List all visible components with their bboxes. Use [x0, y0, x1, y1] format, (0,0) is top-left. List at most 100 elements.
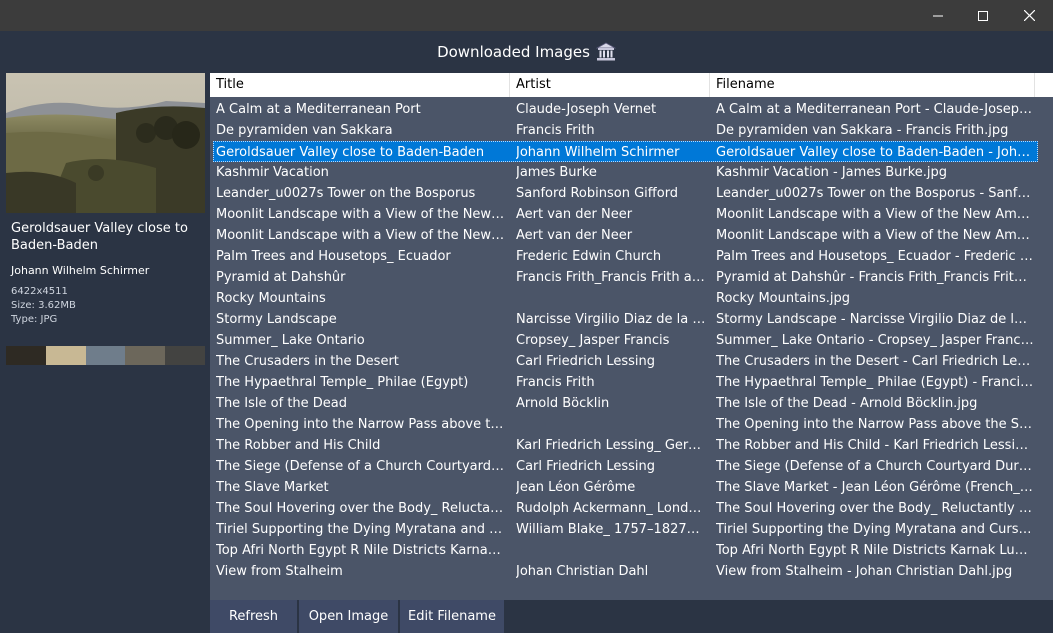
cell-artist: Carl Friedrich Lessing	[516, 354, 656, 369]
table-header: Title Artist Filename	[210, 73, 1053, 97]
table-row[interactable]: Moonlit Landscape with a View of the New…	[210, 225, 1053, 246]
image-dimensions: 6422x4511	[11, 286, 68, 297]
table-row[interactable]: View from Stalheim Johan Christian Dahl Vi…	[210, 561, 1053, 582]
cell-artist: Johan Christian Dahl	[516, 564, 649, 579]
table-row[interactable]: The Crusaders in the Desert Carl Friedric…	[210, 351, 1053, 372]
table-row[interactable]: The Hypaethral Temple_ Philae (Egypt) Fra…	[210, 372, 1053, 393]
minimize-icon	[933, 15, 943, 16]
maximize-icon	[978, 10, 988, 21]
cell-filename: The Isle of the Dead - Arnold Böcklin.jp…	[716, 396, 978, 411]
cell-filename: Stormy Landscape - Narcisse Virgilio Dia…	[716, 312, 1034, 327]
open-image-button[interactable]: Open Image	[299, 600, 398, 633]
cell-artist: Aert van der Neer	[516, 207, 633, 222]
cell-filename: De pyramiden van Sakkara - Francis Frith…	[716, 123, 1009, 138]
cell-title: The Robber and His Child	[216, 438, 381, 453]
cell-title: The Isle of the Dead	[216, 396, 348, 411]
cell-title: The Crusaders in the Desert	[216, 354, 399, 369]
image-artist: Johann Wilhelm Schirmer	[11, 264, 150, 277]
cell-artist	[516, 540, 706, 561]
cell-title: Stormy Landscape	[216, 312, 337, 327]
column-header-artist[interactable]: Artist	[510, 73, 710, 97]
window-titlebar[interactable]	[0, 0, 1053, 31]
table-row[interactable]: Tiriel Supporting the Dying Myratana and…	[210, 519, 1053, 540]
cell-title: Moonlit Landscape with a View of the New…	[216, 207, 506, 222]
cell-title: Leander_u0027s Tower on the Bosporus	[216, 186, 476, 201]
cell-artist: Rudolph Ackermann_ London…	[516, 501, 706, 516]
table-row[interactable]: Moonlit Landscape with a View of the New…	[210, 204, 1053, 225]
cell-filename: Palm Trees and Housetops_ Ecuador - Fred…	[716, 249, 1034, 264]
close-icon	[1023, 10, 1035, 21]
table-row[interactable]: The Siege (Defense of a Church Courtyard…	[210, 456, 1053, 477]
image-type: Type: JPG	[11, 314, 58, 325]
table-row[interactable]: Kashmir Vacation James Burke Kashmir Vacat…	[210, 162, 1053, 183]
cell-filename: View from Stalheim - Johan Christian Dah…	[716, 564, 1013, 579]
cell-filename: The Robber and His Child - Karl Friedric…	[716, 438, 1034, 453]
app-header: Downloaded Images	[0, 31, 1053, 73]
museum-icon	[595, 42, 616, 61]
table-row[interactable]: The Isle of the Dead Arnold Böcklin The Is…	[210, 393, 1053, 414]
cell-title: Summer_ Lake Ontario	[216, 333, 365, 348]
action-bar: Refresh Open Image Edit Filename	[210, 600, 1053, 633]
minimize-button[interactable]	[915, 0, 961, 31]
palette-swatch	[45, 346, 86, 365]
palette-swatch	[125, 346, 166, 365]
table-row[interactable]: Geroldsauer Valley close to Baden-Baden J…	[213, 141, 1038, 162]
image-table[interactable]: A Calm at a Mediterranean Port Claude-Jos…	[210, 97, 1053, 600]
cell-title: The Hypaethral Temple_ Philae (Egypt)	[216, 375, 469, 390]
cell-filename: Top Afri North Egypt R Nile Districts Ka…	[716, 543, 1034, 558]
cell-title: Palm Trees and Housetops_ Ecuador	[216, 249, 451, 264]
cell-artist: Sanford Robinson Gifford	[516, 186, 679, 201]
table-row[interactable]: Pyramid at Dahshûr Francis Frith_Francis …	[210, 267, 1053, 288]
edit-filename-button[interactable]: Edit Filename	[400, 600, 504, 633]
cell-filename: Tiriel Supporting the Dying Myratana and…	[716, 522, 1034, 537]
cell-filename: Pyramid at Dahshûr - Francis Frith_Franc…	[716, 270, 1034, 285]
table-row[interactable]: A Calm at a Mediterranean Port Claude-Jos…	[210, 99, 1053, 120]
cell-filename: A Calm at a Mediterranean Port - Claude-…	[716, 102, 1034, 117]
table-row[interactable]: The Robber and His Child Karl Friedrich L…	[210, 435, 1053, 456]
cell-artist: Aert van der Neer	[516, 228, 633, 243]
cell-title: The Slave Market	[216, 480, 329, 495]
cell-filename: Summer_ Lake Ontario - Cropsey_ Jasper F…	[716, 333, 1034, 348]
cell-artist: Francis Frith_Francis Frith an…	[516, 270, 706, 285]
details-panel: Geroldsauer Valley close to Baden-Baden …	[6, 73, 205, 365]
cell-title: Kashmir Vacation	[216, 165, 329, 180]
cell-title: A Calm at a Mediterranean Port	[216, 102, 421, 117]
table-row[interactable]: The Soul Hovering over the Body_ Relucta…	[210, 498, 1053, 519]
cell-filename: The Opening into the Narrow Pass above t…	[716, 417, 1034, 432]
table-row[interactable]: De pyramiden van Sakkara Francis Frith De …	[210, 120, 1053, 141]
cell-filename: Kashmir Vacation - James Burke.jpg	[716, 165, 948, 180]
cell-artist: Karl Friedrich Lessing_ Germa…	[516, 438, 706, 453]
maximize-button[interactable]	[960, 0, 1006, 31]
page-title: Downloaded Images	[437, 43, 590, 61]
cell-filename: Geroldsauer Valley close to Baden-Baden …	[716, 145, 1034, 160]
column-header-filename[interactable]: Filename	[710, 73, 1035, 97]
cell-filename: The Siege (Defense of a Church Courtyard…	[716, 459, 1034, 474]
cell-title: De pyramiden van Sakkara	[216, 123, 393, 138]
table-row[interactable]: Rocky Mountains Rocky Mountains.jpg	[210, 288, 1053, 309]
cell-artist: Johann Wilhelm Schirmer	[516, 145, 680, 160]
table-row[interactable]: Palm Trees and Housetops_ Ecuador Frederi…	[210, 246, 1053, 267]
image-title: Geroldsauer Valley close to Baden-Baden	[11, 221, 188, 253]
image-thumbnail	[6, 73, 205, 213]
cell-filename: The Hypaethral Temple_ Philae (Egypt) - …	[716, 375, 1034, 390]
cell-artist	[516, 288, 706, 309]
column-header-title[interactable]: Title	[210, 73, 510, 97]
cell-artist: Francis Frith	[516, 123, 595, 138]
table-row[interactable]: Top Afri North Egypt R Nile Districts Ka…	[210, 540, 1053, 561]
cell-artist: Claude-Joseph Vernet	[516, 102, 657, 117]
cell-filename: Leander_u0027s Tower on the Bosporus - S…	[716, 186, 1034, 201]
table-row[interactable]: Leander_u0027s Tower on the Bosporus Sanf…	[210, 183, 1053, 204]
table-row[interactable]: The Slave Market Jean Léon Gérôme The Slav…	[210, 477, 1053, 498]
cell-artist: Carl Friedrich Lessing	[516, 459, 656, 474]
cell-filename: The Crusaders in the Desert - Carl Fried…	[716, 354, 1034, 369]
close-button[interactable]	[1006, 0, 1052, 31]
cell-filename: The Slave Market - Jean Léon Gérôme (Fre…	[716, 480, 1034, 495]
image-meta: 6422x4511 Size: 3.62MB Type: JPG	[11, 285, 76, 327]
palette-swatch	[6, 346, 46, 365]
cell-artist: William Blake_ 1757–1827_ Brit…	[516, 522, 706, 537]
refresh-button[interactable]: Refresh	[210, 600, 297, 633]
cell-title: Tiriel Supporting the Dying Myratana and…	[216, 522, 506, 537]
table-row[interactable]: Stormy Landscape Narcisse Virgilio Diaz d…	[210, 309, 1053, 330]
table-row[interactable]: Summer_ Lake Ontario Cropsey_ Jasper Fran…	[210, 330, 1053, 351]
table-row[interactable]: The Opening into the Narrow Pass above t…	[210, 414, 1053, 435]
